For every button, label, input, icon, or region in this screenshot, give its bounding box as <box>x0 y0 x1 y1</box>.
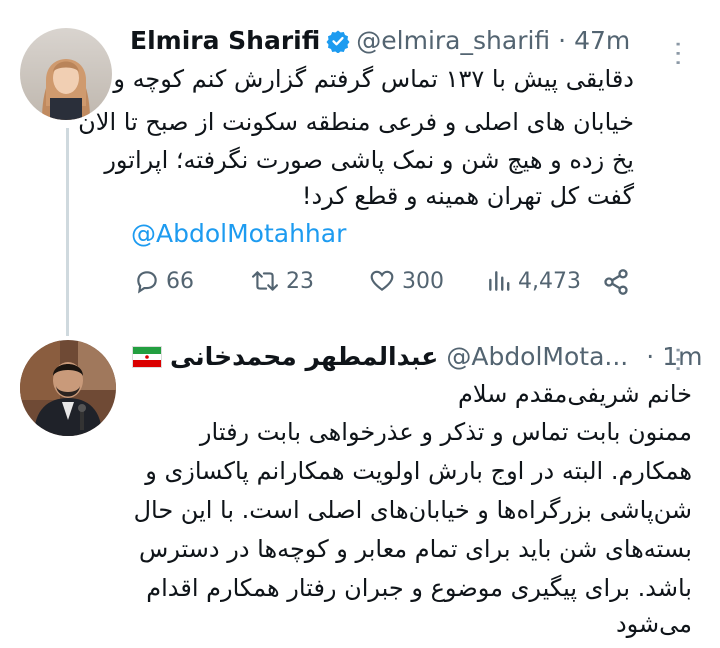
reply-button[interactable]: 66 <box>134 268 194 294</box>
tweet1-timestamp[interactable]: 47m <box>574 26 630 55</box>
tweet1-separator: · <box>558 26 567 55</box>
reply-count: 66 <box>166 268 194 294</box>
tweet1-action-bar: 66 23 300 4,473 <box>128 266 638 300</box>
iran-flag-icon <box>132 345 162 368</box>
reply-icon <box>137 271 157 294</box>
verified-badge-icon <box>326 29 350 53</box>
tweet2-line: باشد. برای پیگیری موضوع و جبران رفتار هم… <box>146 574 692 602</box>
tweet1-line: خیابان های اصلی و فرعی منطقه سکونت از صب… <box>78 108 634 136</box>
view-count: 4,473 <box>518 268 581 294</box>
tweet2-line: بسته‌های شن باید برای تمام معابر و کوچه‌… <box>139 535 692 563</box>
thread-connector-line <box>66 128 69 336</box>
like-count: 300 <box>402 268 444 294</box>
tweet1-more-icon[interactable]: ··· <box>662 40 692 68</box>
tweet2-line: ممنون بابت تماس و تذکر و عذرخواهی بابت ر… <box>199 418 692 446</box>
abdolmotahhar-avatar[interactable] <box>20 340 116 436</box>
tweet2-separator: · <box>646 342 655 371</box>
tweet1-author-name[interactable]: Elmira Sharifi <box>130 26 320 55</box>
tweet1-header: Elmira Sharifi @elmira_sharifi · 47m <box>130 26 630 55</box>
retweet-icon <box>251 271 278 291</box>
heart-icon <box>370 270 394 291</box>
tweet1-line: یخ زده و هیچ شن و نمک پاشی صورت نگرفته؛ … <box>104 146 634 174</box>
tweet2-line: شن‌پاشی بزرگراه‌ها و خیابان‌های اصلی است… <box>133 496 692 524</box>
tweet2-author-name[interactable]: عبدالمطهر محمدخانی <box>170 342 438 371</box>
tweet2-line: خانم شریفی‌مقدم سلام <box>458 380 692 408</box>
like-button[interactable]: 300 <box>368 268 444 294</box>
views-button[interactable]: 4,473 <box>486 268 581 294</box>
retweet-count: 23 <box>286 268 314 294</box>
tweet1-line: گفت کل تهران همینه و قطع کرد! <box>301 182 634 210</box>
analytics-icon <box>489 271 510 291</box>
tweet1-line: دقایقی پیش با ۱۳۷ تماس گرفتم گزارش کنم ک… <box>113 65 634 93</box>
tweet2-header: عبدالمطهر محمدخانی @AbdolMota... · 1m <box>132 342 702 371</box>
share-icon <box>604 269 628 295</box>
tweet1-handle[interactable]: @elmira_sharifi <box>356 26 550 55</box>
tweet1-mention-link[interactable]: @AbdolMotahhar <box>131 219 346 248</box>
tweet2-line: همکارم. البته در اوج بارش اولویت همکاران… <box>145 457 692 485</box>
tweet2-line: می‌شود <box>615 610 692 638</box>
share-button[interactable] <box>602 268 636 296</box>
tweet2-more-icon[interactable]: ··· <box>662 346 692 374</box>
tweet2-handle[interactable]: @AbdolMota... <box>446 342 628 371</box>
retweet-button[interactable]: 23 <box>250 268 314 294</box>
